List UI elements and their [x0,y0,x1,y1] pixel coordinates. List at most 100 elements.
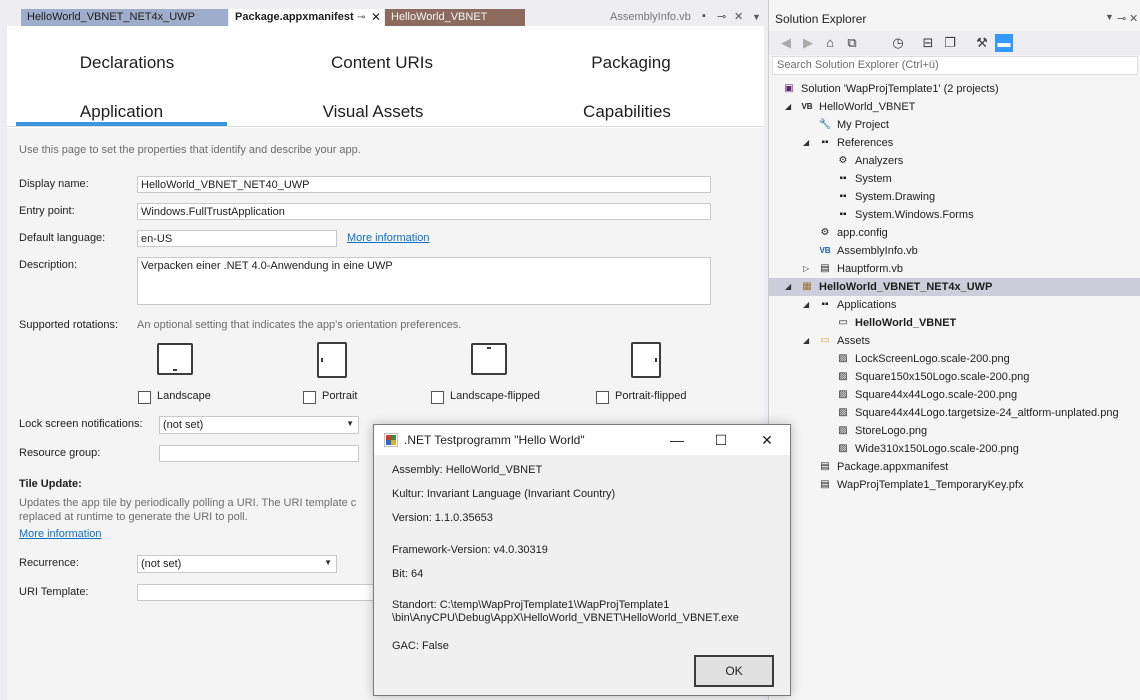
description-label: Description: [19,259,78,271]
recurrence-label: Recurrence: [19,557,79,569]
tree-item[interactable]: ▷ ▤ Hauptform.vb [769,260,1140,278]
tree-item[interactable]: ⚙ Analyzers [769,152,1140,170]
tree-item-label: StoreLogo.png [855,425,928,437]
tab-visual-assets[interactable]: Visual Assets [313,102,433,122]
collapse-icon[interactable]: ◢ [785,278,791,296]
tree-item[interactable]: ▤ WapProjTemplate1_TemporaryKey.pfx [769,476,1140,494]
tab-packaging[interactable]: Packaging [571,53,691,73]
more-information-link[interactable]: More information [347,232,430,244]
collapse-icon[interactable]: ◢ [803,134,809,152]
tab-package-appxmanifest[interactable]: Package.appxmanifest ⊸ ✕ [229,9,384,26]
switch-views-icon[interactable]: ⧉ [843,34,861,52]
tree-item[interactable]: ▨ StoreLogo.png [769,422,1140,440]
tree-item[interactable]: ▪▪ System [769,170,1140,188]
tree-item[interactable]: ◢ ▦ HelloWorld_VBNET_NET4x_UWP [769,278,1140,296]
tree-item[interactable]: ◢ ▪▪ Applications [769,296,1140,314]
intro-text: Use this page to set the properties that… [19,144,361,156]
close-icon[interactable]: ✕ [371,9,381,26]
solution-explorer-toolbar: ◀ ▶ ⌂ ⧉ ◷ ⊟ ❐ ⚒ ▬ [769,31,1140,55]
forward-icon[interactable]: ▶ [799,34,817,52]
entry-point-field[interactable]: Windows.FullTrustApplication [137,203,711,220]
history-icon[interactable]: ◷ [889,34,907,52]
tab-declarations[interactable]: Declarations [67,53,187,73]
tab-content-uris[interactable]: Content URIs [322,53,442,73]
landscape-flipped-checkbox[interactable] [431,391,444,404]
tree-item-label: Assets [837,335,871,347]
tree-item[interactable]: ◢ VB HelloWorld_VBNET [769,98,1140,116]
default-language-field[interactable]: en-US [137,230,337,247]
tree-item[interactable]: ◢ ▪▪ References [769,134,1140,152]
tab-application[interactable]: Application [16,102,227,126]
tab-label: HelloWorld_VBNET_NET4x_UWP [27,11,195,23]
tree-item[interactable]: ▨ Square44x44Logo.targetsize-24_altform-u… [769,404,1140,422]
minimize-icon[interactable]: — [667,430,687,450]
chevron-down-icon: ▼ [346,419,354,428]
tree-item[interactable]: ▭ HelloWorld_VBNET [769,314,1140,332]
recurrence-dropdown[interactable]: (not set) ▼ [137,555,337,573]
tree-item[interactable]: ▪▪ System.Windows.Forms [769,206,1140,224]
pin-icon[interactable]: ⊸ [717,10,726,23]
search-input[interactable]: Search Solution Explorer (Ctrl+ü) [772,56,1138,75]
tree-item[interactable]: VB AssemblyInfo.vb [769,242,1140,260]
dropdown-icon[interactable]: ▼ [1105,12,1114,22]
analyzers-icon: ⚙ [838,155,848,166]
portrait-flipped-icon [631,342,661,378]
tree-item-label: Solution 'WapProjTemplate1' (2 projects) [801,83,999,95]
tree-item[interactable]: ▣ Solution 'WapProjTemplate1' (2 projects… [769,80,1140,98]
tree-item[interactable]: 🔧 My Project [769,116,1140,134]
standort-text: Standort: C:\temp\WapProjTemplate1\WapPr… [392,599,670,611]
tree-item-label: LockScreenLogo.scale-200.png [855,353,1010,365]
collapse-icon[interactable]: ◢ [803,332,809,350]
home-icon[interactable]: ⌂ [821,34,839,52]
landscape-icon [157,343,193,375]
entry-point-label: Entry point: [19,205,75,217]
tree-item[interactable]: ▪▪ System.Drawing [769,188,1140,206]
framework-version-text: Framework-Version: v4.0.30319 [392,544,548,556]
expand-icon[interactable]: ▷ [803,260,809,278]
tree-item[interactable]: ▨ LockScreenLogo.scale-200.png [769,350,1140,368]
supported-rotations-label: Supported rotations: [19,319,119,331]
window-icon: ▭ [838,317,848,328]
maximize-icon[interactable]: ☐ [711,430,731,450]
collapse-all-icon[interactable]: ⊟ [919,34,937,52]
pin-icon[interactable]: ⊸ [357,9,365,26]
close-icon[interactable]: ✕ [757,430,777,450]
collapse-icon[interactable]: ◢ [803,296,809,314]
dropdown-icon[interactable]: ▼ [752,12,761,22]
wrench-icon[interactable]: ⚒ [973,34,991,52]
solution-explorer-title: Solution Explorer [775,12,867,26]
lock-screen-dropdown[interactable]: (not set) ▼ [159,416,359,434]
dropdown-value: (not set) [141,558,182,570]
preview-selected-icon[interactable]: ▬ [995,34,1013,52]
portrait-flipped-checkbox[interactable] [596,391,609,404]
tree-item-label: HelloWorld_VBNET_NET4x_UWP [819,281,993,293]
uri-template-field[interactable] [137,584,377,601]
tree-item[interactable]: ▨ Square150x150Logo.scale-200.png [769,368,1140,386]
tab-helloworld-uwp[interactable]: HelloWorld_VBNET_NET4x_UWP [21,9,228,26]
tab-helloworld-vbnet[interactable]: HelloWorld_VBNET [385,9,525,26]
resource-group-field[interactable] [159,445,359,462]
collapse-icon[interactable]: ◢ [785,98,791,116]
close-icon[interactable]: ✕ [734,10,743,23]
lock-icon[interactable]: ▪ [702,10,706,22]
tree-item[interactable]: ▨ Wide310x150Logo.scale-200.png [769,440,1140,458]
pin-icon[interactable]: ⊸ [1117,12,1126,25]
show-all-files-icon[interactable]: ❐ [941,34,959,52]
gac-text: GAC: False [392,640,449,652]
tree-item[interactable]: ⚙ app.config [769,224,1140,242]
reference-icon: ▪▪ [839,173,847,184]
close-icon[interactable]: ✕ [1129,12,1138,25]
ok-button[interactable]: OK [694,655,774,687]
portrait-checkbox[interactable] [303,391,316,404]
description-field[interactable]: Verpacken einer .NET 4.0-Anwendung in ei… [137,257,711,305]
tab-capabilities[interactable]: Capabilities [567,102,687,122]
more-information-link[interactable]: More information [19,528,102,540]
tree-item[interactable]: ▨ Square44x44Logo.scale-200.png [769,386,1140,404]
tab-assemblyinfo-preview[interactable]: AssemblyInfo.vb [610,9,691,26]
reference-icon: ▪▪ [839,191,847,202]
back-icon[interactable]: ◀ [777,34,795,52]
tree-item[interactable]: ◢ ▭ Assets [769,332,1140,350]
landscape-checkbox[interactable] [138,391,151,404]
display-name-field[interactable]: HelloWorld_VBNET_NET40_UWP [137,176,711,193]
tree-item[interactable]: ▤ Package.appxmanifest [769,458,1140,476]
